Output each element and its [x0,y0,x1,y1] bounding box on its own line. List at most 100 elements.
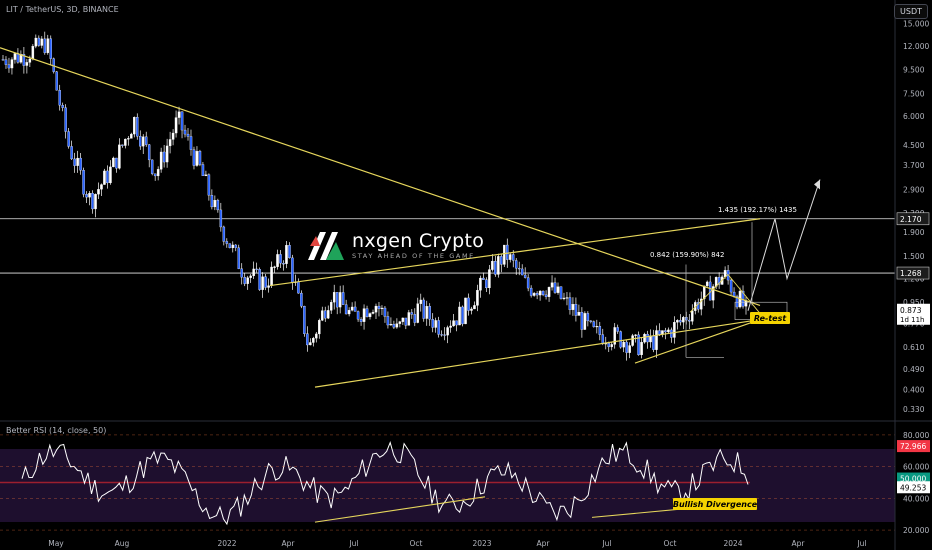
candle-body [419,299,423,304]
candle-body [517,268,521,270]
candle-body [723,270,727,277]
candle-body [464,297,467,325]
candle-body [565,297,569,299]
candle-body [267,285,270,288]
candle-body [571,304,575,310]
candle-body [156,169,160,177]
time-tick-label: 2022 [217,539,236,548]
candle-body [103,170,106,185]
candle-body [55,71,58,91]
candle-body [46,38,50,53]
candle-body [321,310,324,321]
candle-body [383,307,387,317]
time-tick-label: Apr [792,539,806,548]
candle-body [326,310,330,319]
candle-body [94,194,97,210]
candle-body [574,304,578,316]
level-price-label: 1.268 [900,269,922,278]
candle-body [646,333,649,343]
candle-body [237,247,240,269]
candle-body [141,136,145,147]
candle-body [431,319,434,328]
candle-body [58,90,61,106]
candle-body [583,313,587,330]
candle-body [222,226,226,242]
candle-body [526,277,530,289]
candle-body [640,342,643,356]
candle-body [195,151,199,166]
candle-body [261,276,264,290]
retest-label: Re-test [754,314,788,323]
symbol-title[interactable]: LIT / TetherUS, 3D, BINANCE [6,5,119,14]
candle-body [198,151,202,165]
price-tick-label: 3.700 [903,161,925,170]
candle-body [192,149,196,166]
candle-body [273,266,276,268]
candle-body [10,59,14,69]
rsi-upper-label: 72.966 [900,442,926,451]
candle-body [288,245,291,259]
candle-body [514,260,518,269]
candle-body [631,335,634,346]
candle-body [541,290,545,296]
candle-body [16,53,20,63]
nxgen-logo-icon [308,232,344,260]
candle-body [535,293,539,296]
candle-body [658,330,661,335]
candle-body [347,310,351,315]
candle-body [664,330,667,333]
candle-body [655,330,658,350]
rsi-title[interactable]: Better RSI (14, close, 50) [6,426,106,435]
candle-body [389,323,393,326]
candle-body [458,306,461,326]
candle-body [380,307,384,309]
candle-body [413,314,417,323]
candle-body [264,276,267,288]
candle-body [335,292,339,308]
candle-body [368,313,372,318]
candle-body [139,136,142,147]
candle-body [130,133,133,139]
candle-body [446,327,449,336]
candle-body [622,341,625,348]
candle-body [106,170,109,184]
time-tick-label: Apr [537,539,551,548]
candle-body [610,344,613,348]
candle-body [246,277,249,284]
candle-body [329,302,333,311]
currency-button[interactable]: USDT [894,4,928,19]
candle-body [529,287,533,296]
watermark-brand: nxgen Crypto [352,230,485,252]
rsi-tick-label: 60.000 [903,463,929,472]
candle-body [73,158,76,166]
candle-body [470,308,473,311]
candle-body [312,337,315,343]
candle-body [428,306,431,320]
watermark-logo: nxgen Crypto STAY AHEAD OF THE GAME [306,228,484,262]
chart-canvas[interactable]: 15.000 12.000 9.500 7.500 6.000 4.500 3.700 2.9… [0,0,932,550]
time-tick-label: Oct [410,539,423,548]
candle-body [112,157,115,168]
time-tick-label: Oct [664,539,677,548]
candle-body [362,308,366,322]
price-tick-label: 7.500 [903,89,925,98]
candle-body [550,282,554,288]
candle-body [452,320,455,327]
rsi-tick-label: 40.000 [903,494,929,503]
candle-body [344,304,348,315]
candle-body [682,317,685,323]
candle-body [150,159,154,174]
candle-body [338,292,342,308]
candle-body [276,254,279,267]
candle-body [183,129,187,135]
candle-body [207,174,211,196]
candle-body [589,320,593,322]
countdown-label: 1d 11h [900,316,924,324]
candle-body [500,256,503,265]
candle-body [592,321,596,327]
candle-body [61,105,64,108]
candle-body [520,268,524,276]
candle-body [285,245,288,264]
candle-body [377,305,381,309]
candle-body [210,195,214,208]
